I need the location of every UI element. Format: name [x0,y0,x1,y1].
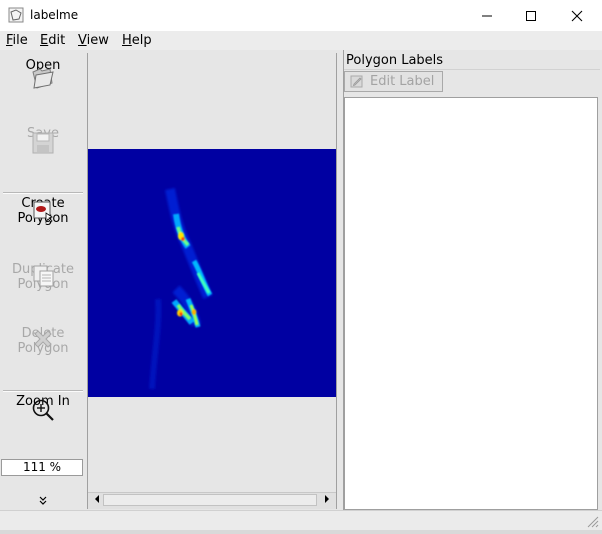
save-button[interactable]: Save [1,126,85,182]
folder-open-icon [32,68,54,89]
create-polygon-button[interactable]: Create Polygon [1,196,85,256]
toolbar-separator [3,390,83,392]
scrollbar-thumb[interactable] [103,494,317,506]
menu-view-label: iew [86,33,109,48]
open-button[interactable]: Open [1,58,85,118]
triangle-left-icon [95,495,99,503]
spectrogram-heatmap [88,149,336,397]
menu-file-label: ile [12,33,28,48]
minimize-button[interactable] [464,0,510,31]
zoom-value-field[interactable]: 111 % [1,459,83,476]
status-bar [0,510,602,531]
zoom-in-button[interactable]: Zoom In [1,394,85,450]
delete-polygon-button[interactable]: Delete Polygon [1,326,85,386]
menu-edit[interactable]: Edit [40,33,65,48]
menu-edit-mnemonic: E [40,33,49,48]
size-grip-icon[interactable] [585,515,599,528]
maximize-button[interactable] [508,0,554,31]
polygon-label-list[interactable] [344,97,598,510]
window-title: labelme [30,8,79,22]
dock-title: Polygon Labels [346,53,444,68]
menu-help-mnemonic: H [122,33,132,48]
toolbar-extension-button[interactable] [35,496,51,508]
toolbar-separator [3,192,83,194]
edit-label-icon [350,75,364,88]
triangle-right-icon [325,495,329,503]
spectrogram-image[interactable] [88,149,336,397]
maximize-icon [526,10,536,21]
scroll-left-button[interactable] [91,494,103,506]
labelme-icon [8,7,24,23]
menu-help[interactable]: Help [122,33,152,48]
chevron-double-down-icon [39,496,47,505]
menu-file[interactable]: File [6,33,28,48]
duplicate-polygon-button[interactable]: Duplicate Polygon [1,262,85,322]
floppy-disk-icon [32,132,54,154]
zoom-in-icon [32,399,54,421]
menu-edit-label: dit [48,33,66,48]
duplicate-icon [33,265,54,287]
window-bottom-border [0,530,602,534]
delete-x-icon [34,330,52,348]
menu-view-mnemonic: V [78,33,87,48]
create-polygon-icon [33,201,53,224]
scroll-right-button[interactable] [321,494,333,506]
menu-view[interactable]: View [78,33,109,48]
close-icon [571,10,583,21]
close-button[interactable] [554,0,600,31]
menu-help-label: elp [131,33,152,48]
minimize-icon [482,15,492,16]
